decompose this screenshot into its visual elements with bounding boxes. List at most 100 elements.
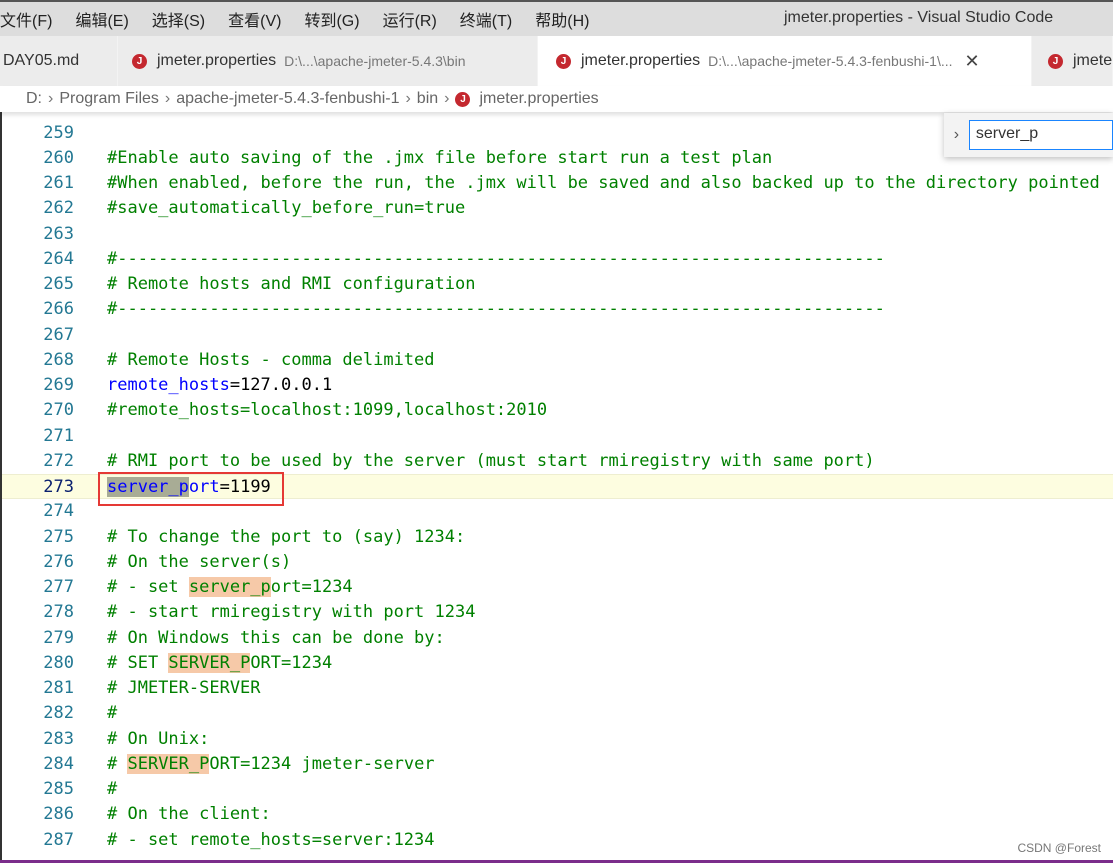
code-line[interactable]: 271	[2, 424, 1113, 449]
menu-help[interactable]: 帮助(H)	[535, 7, 600, 31]
breadcrumb-item[interactable]: D:	[26, 90, 42, 108]
breadcrumb-item[interactable]: bin	[417, 90, 438, 108]
tab-jmeter-properties-bin[interactable]: J jmeter.properties D:\...\apache-jmeter…	[118, 36, 538, 86]
tab-label: jmeter.properties	[581, 52, 701, 69]
line-number: 279	[43, 627, 74, 648]
line-number: 274	[43, 501, 74, 522]
line-code: #save_automatically_before_run=true	[107, 196, 465, 221]
find-match: server_p	[188, 577, 271, 597]
line-code: #---------------------------------------…	[107, 297, 885, 322]
code-line[interactable]: 286 # On the client:	[2, 802, 1113, 827]
code-token: # - set	[107, 577, 189, 597]
find-input[interactable]: server_p	[968, 120, 1113, 150]
line-number: 262	[43, 198, 74, 219]
code-line[interactable]: 284 # SERVER_PORT=1234 jmeter-server	[2, 752, 1113, 777]
line-code: # - set server_port=1234	[107, 575, 353, 600]
line-code: remote_hosts=127.0.0.1	[107, 373, 332, 398]
menu-terminal[interactable]: 终端(T)	[460, 7, 523, 31]
code-line[interactable]: 263	[2, 222, 1113, 247]
code-line[interactable]: 279 # On Windows this can be done by:	[2, 626, 1113, 651]
code-token: #	[107, 753, 128, 774]
line-code: # SERVER_PORT=1234 jmeter-server	[107, 752, 435, 777]
line-number: 281	[43, 678, 74, 698]
line-code: # To change the port to (say) 1234:	[107, 525, 465, 550]
line-number: 280	[43, 652, 74, 673]
chevron-right-icon: ›	[444, 90, 450, 107]
close-icon[interactable]: ✕	[965, 51, 980, 72]
line-code: #---------------------------------------…	[107, 247, 885, 272]
menu-view[interactable]: 查看(V)	[228, 7, 292, 31]
chevron-right-icon: ›	[164, 90, 171, 107]
chevron-right-icon: ›	[48, 90, 54, 107]
code-token: # JMETER-SERVER	[107, 678, 261, 698]
line-code: # On the client:	[107, 802, 271, 827]
tab-label: jmeter.properties	[157, 52, 277, 69]
find-widget: › server_p	[944, 113, 1113, 157]
code-line[interactable]: 278 # - start rmiregistry with port 1234	[2, 600, 1113, 625]
line-number: 263	[43, 223, 74, 244]
toggle-replace-chevron-icon[interactable]: ›	[944, 126, 969, 144]
code-line[interactable]: 266 #------------------------------------…	[2, 297, 1113, 322]
code-token: ort=1234	[270, 577, 353, 597]
menu-go[interactable]: 转到(G)	[304, 7, 370, 31]
tab-description: D:\...\apache-jmeter-5.4.3-fenbushi-1\..…	[708, 53, 953, 69]
breadcrumb-item[interactable]: Program Files	[59, 90, 159, 108]
menu-selection[interactable]: 选择(S)	[152, 7, 216, 31]
code-line[interactable]: 276 # On the server(s)	[2, 550, 1113, 575]
tab-label: jmeter.properties	[1073, 52, 1113, 69]
code-line[interactable]: 280 # SET SERVER_PORT=1234	[2, 651, 1113, 676]
code-line[interactable]: 262 #save_automatically_before_run=true	[2, 196, 1113, 221]
highlight-box	[98, 472, 284, 506]
line-number: 259	[43, 122, 74, 143]
code-line[interactable]: 287 # - set remote_hosts=server:1234	[2, 828, 1113, 853]
line-number: 268	[43, 349, 74, 370]
code-token: # To change the port to (say) 1234:	[107, 526, 466, 547]
code-line[interactable]: 270 #remote_hosts=localhost:1099,localhos…	[2, 398, 1113, 423]
tab-jmeter-properties-fenbushi[interactable]: J jmeter.properties D:\...\apache-jmeter…	[538, 36, 1032, 86]
line-code: # JMETER-SERVER	[107, 676, 261, 701]
line-code: #When enabled, before the run, the .jmx …	[107, 171, 1100, 196]
code-line[interactable]: 283 # On Unix:	[2, 727, 1113, 752]
code-token: # On the server(s)	[107, 551, 292, 572]
code-line[interactable]: 275 # To change the port to (say) 1234:	[2, 525, 1113, 550]
breadcrumb: D: › Program Files › apache-jmeter-5.4.3-f…	[0, 86, 1113, 112]
menu-run[interactable]: 运行(R)	[383, 7, 448, 31]
line-code: #	[107, 777, 117, 802]
menu-file[interactable]: 文件(F)	[0, 7, 63, 31]
code-line[interactable]: 282 #	[2, 701, 1113, 726]
code-token: #	[107, 703, 118, 724]
tab-label: DAY05.md	[3, 52, 80, 69]
code-line[interactable]: 268 # Remote Hosts - comma delimited	[2, 348, 1113, 373]
code-line[interactable]: 261 #When enabled, before the run, the .j…	[2, 171, 1113, 196]
line-number: 283	[43, 728, 74, 749]
line-number: 265	[43, 274, 74, 294]
line-code: #	[107, 701, 117, 726]
line-number: 264	[43, 248, 74, 269]
line-code: # - start rmiregistry with port 1234	[107, 600, 475, 625]
code-token: remote_hosts	[107, 375, 230, 395]
code-line[interactable]: 281 # JMETER-SERVER	[2, 676, 1113, 701]
code-line[interactable]: 285 #	[2, 777, 1113, 802]
code-line[interactable]: 264 #------------------------------------…	[2, 247, 1113, 272]
code-line[interactable]: 269 remote_hosts=127.0.0.1	[2, 373, 1113, 398]
code-line[interactable]: 265 # Remote hosts and RMI configuration	[2, 272, 1113, 297]
code-line[interactable]: 267	[2, 323, 1113, 348]
breadcrumb-item[interactable]: apache-jmeter-5.4.3-fenbushi-1	[176, 90, 399, 108]
line-number: 276	[43, 551, 74, 572]
code-token: # RMI port to be used by the server (mus…	[107, 450, 875, 471]
code-line[interactable]: 277 # - set server_port=1234	[2, 575, 1113, 600]
menu-edit[interactable]: 编辑(E)	[75, 7, 139, 31]
line-number: 261	[43, 173, 74, 193]
line-number: 284	[43, 753, 74, 774]
tab-day05[interactable]: DAY05.md	[0, 36, 118, 86]
code-token: #	[107, 779, 118, 799]
line-code: # - set remote_hosts=server:1234	[107, 828, 435, 853]
line-number: 260	[43, 147, 74, 168]
code-line[interactable]: 272 # RMI port to be used by the server (…	[2, 449, 1113, 474]
tab-jmeter-properties-other[interactable]: J jmeter.properties	[1032, 36, 1113, 86]
window-title: jmeter.properties - Visual Studio Code	[784, 9, 1054, 26]
code-token: #---------------------------------------…	[107, 299, 885, 320]
java-properties-icon: J	[556, 53, 571, 69]
breadcrumb-item[interactable]: jmeter.properties	[479, 90, 598, 108]
line-number: 266	[43, 299, 74, 320]
